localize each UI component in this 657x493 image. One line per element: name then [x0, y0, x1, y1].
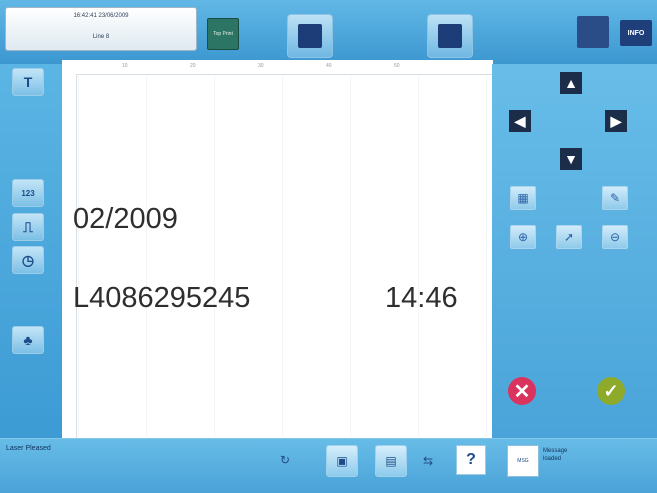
grid-toggle-button[interactable]: ▦: [510, 186, 536, 210]
left-toolbar: T 123 ⎍ ◷ ♣: [0, 64, 62, 438]
preview-icon[interactable]: ▣: [326, 445, 358, 477]
zoom-out-button[interactable]: ⊖: [602, 225, 628, 249]
swap-icon[interactable]: ⇆: [418, 451, 438, 471]
counter-tool-button[interactable]: 123: [12, 179, 44, 207]
save-button[interactable]: [427, 14, 473, 58]
top-ruler: 10 20 30 40 50: [62, 60, 492, 75]
ruler-tick: 30: [258, 63, 264, 69]
status-text: Laser Pleased: [6, 445, 51, 452]
code-text-field[interactable]: L4086295245: [73, 282, 250, 315]
select-pointer-button[interactable]: ➚: [556, 225, 582, 249]
date-text-field[interactable]: 02/2009: [73, 203, 178, 236]
time-text-field[interactable]: 14:46: [385, 282, 458, 315]
move-left-button[interactable]: ◀: [509, 110, 531, 132]
left-ruler: [62, 74, 77, 438]
canvas-grid: [78, 76, 492, 436]
line-label: Line 8: [92, 34, 110, 40]
logo-tool-button[interactable]: ♣: [12, 326, 44, 354]
user-icon[interactable]: [577, 16, 609, 48]
text-tool-button[interactable]: T: [12, 68, 44, 96]
ruler-tick: 10: [122, 63, 128, 69]
top-print-button[interactable]: Top Print: [207, 18, 239, 50]
layout-icon[interactable]: ▤: [375, 445, 407, 477]
edit-object-button[interactable]: ✎: [602, 186, 628, 210]
ruler-tick: 20: [190, 63, 196, 69]
save-icon: [438, 24, 462, 48]
datetime-readout: 16:42:41 23/06/2009: [73, 13, 129, 19]
move-down-button[interactable]: ▼: [560, 148, 582, 170]
confirm-button[interactable]: ✓: [597, 377, 625, 405]
open-file-button[interactable]: [287, 14, 333, 58]
zoom-in-button[interactable]: ⊕: [510, 225, 536, 249]
message-icon[interactable]: MSG: [507, 445, 539, 477]
rotate-icon[interactable]: ↻: [270, 445, 300, 475]
message-status: Message loaded: [543, 447, 567, 463]
move-up-button[interactable]: ▲: [560, 72, 582, 94]
move-right-button[interactable]: ▶: [605, 110, 627, 132]
clock-tool-button[interactable]: ◷: [12, 246, 44, 274]
bottom-status-bar: Laser Pleased ↻ ▣ ▤ ⇆ ? MSG Message load…: [0, 438, 657, 493]
status-box: 16:42:41 23/06/2009 Line 8: [5, 7, 197, 51]
help-button[interactable]: ?: [456, 445, 486, 475]
barcode-tool-button[interactable]: ⎍: [12, 213, 44, 241]
open-file-icon: [298, 24, 322, 48]
ruler-tick: 50: [394, 63, 400, 69]
info-button[interactable]: INFO: [620, 20, 652, 46]
message-line-1: Message: [543, 448, 568, 454]
ruler-tick: 40: [326, 63, 332, 69]
top-toolbar: 16:42:41 23/06/2009 Line 8 Top Print INF…: [0, 0, 657, 64]
cancel-button[interactable]: ✕: [508, 377, 536, 405]
message-line-2: loaded: [543, 456, 562, 462]
